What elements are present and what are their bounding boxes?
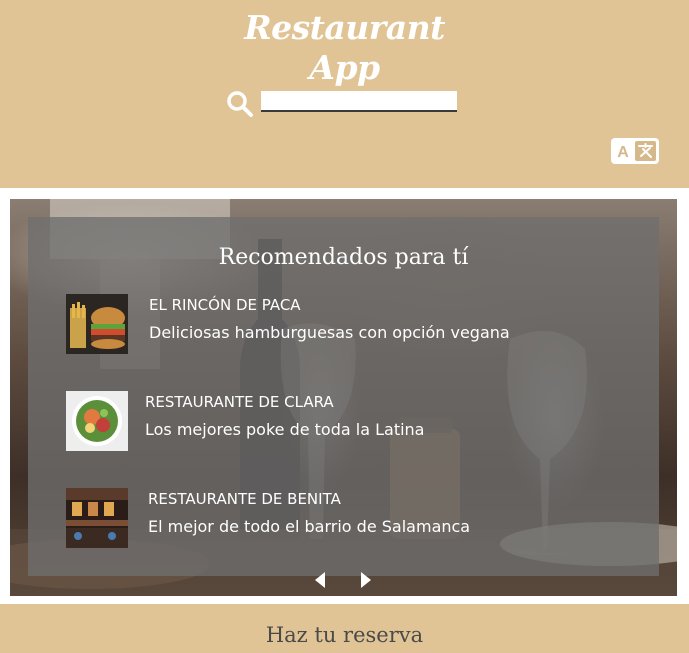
poke-bowl-photo	[66, 391, 128, 451]
caret-left-icon[interactable]	[313, 570, 327, 590]
app-header: Restaurant App A	[0, 0, 689, 188]
recommendations-title: Recomendados para tí	[218, 245, 469, 270]
recommendations-panel: Recomendados para tí EL RINCÓN DE PACA D…	[28, 217, 659, 588]
restaurant-description: Deliciosas hamburguesas con opción vegan…	[149, 323, 510, 342]
restaurant-description: Los mejores poke de toda la Latina	[145, 420, 425, 439]
restaurant-name: RESTAURANTE DE BENITA	[148, 490, 341, 508]
restaurant-description: El mejor de todo el barrio de Salamanca	[148, 517, 471, 536]
restaurant-card[interactable]: RESTAURANTE DE CLARA Los mejores poke de…	[28, 389, 659, 453]
restaurant-interior-photo	[66, 488, 128, 548]
restaurant-name: EL RINCÓN DE PACA	[149, 296, 301, 314]
restaurant-card[interactable]: EL RINCÓN DE PACA Deliciosas hamburguesa…	[28, 292, 659, 356]
app-title-line2: App	[309, 48, 380, 87]
translate-icon[interactable]: A	[610, 137, 660, 165]
search-icon[interactable]	[226, 90, 254, 118]
caret-right-icon[interactable]	[359, 570, 373, 590]
recommendations-hero: Recomendados para tí EL RINCÓN DE PACA D…	[10, 199, 677, 596]
reservation-bar: Haz tu reserva	[0, 604, 689, 653]
reserve-button[interactable]: Haz tu reserva	[0, 620, 689, 650]
app-title-line1: Restaurant	[244, 8, 445, 47]
burger-fries-photo	[66, 294, 128, 354]
restaurant-name: RESTAURANTE DE CLARA	[145, 393, 334, 411]
app-logo: Restaurant App	[0, 8, 689, 88]
svg-text:A: A	[617, 144, 629, 161]
restaurant-card[interactable]: RESTAURANTE DE BENITA El mejor de todo e…	[28, 486, 659, 550]
search-input[interactable]	[261, 91, 457, 112]
